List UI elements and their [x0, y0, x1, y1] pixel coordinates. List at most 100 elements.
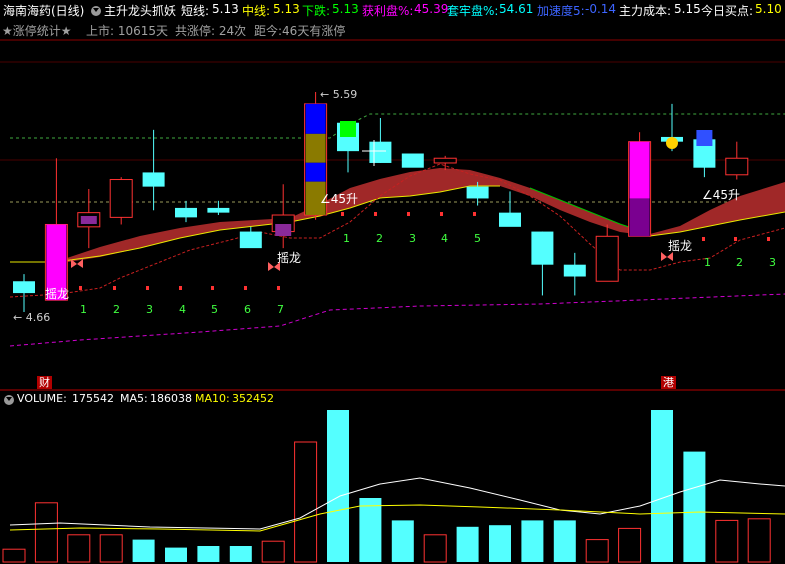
candle-body-down [142, 172, 165, 187]
mid-label: 中线: [242, 4, 271, 18]
volume-bar-up [99, 534, 123, 563]
signal-bar-segment [305, 162, 326, 182]
volume-bar-up [34, 502, 58, 563]
volume-bar-down [359, 498, 382, 562]
dropdown-icon[interactable] [91, 5, 101, 19]
candle-body-up [109, 179, 133, 218]
signal-dot [113, 286, 116, 290]
kline-chart[interactable]: ← 5.59← 4.66∠45升 ∠45升摇龙摇龙摇龙1 2 3 4 5 6 71 2 3 4 51 2… [0, 0, 785, 564]
stock-title[interactable]: 海南海药(日线) [3, 2, 84, 19]
indicator-header: 海南海药(日线) 主升龙头抓妖 短线: 5.13 中线: 5.13 下跌: 5.… [0, 0, 785, 20]
candle-body-down [239, 231, 262, 249]
volume-bar-down [391, 520, 414, 562]
volume-bar-down [327, 410, 349, 562]
signal-dot [277, 286, 280, 290]
lower-band-line [9, 293, 785, 347]
total-limit-count: 共涨停: 24次 [175, 24, 247, 38]
volume-bar-up [747, 518, 771, 563]
signal-count-number: 2 [113, 303, 120, 316]
hk-badge[interactable]: 港 [661, 376, 676, 389]
ma10-label: MA10: [195, 392, 230, 405]
volume-bar-up [2, 548, 26, 563]
short-label: 短线: [181, 4, 210, 18]
yellow-signal-dot [666, 137, 678, 149]
volume-bar-down [553, 520, 576, 562]
rise45-label-2: ∠45升 [702, 188, 740, 202]
volume-bar-down [683, 451, 706, 562]
days-since-limit: 距今:46天有涨停 [254, 24, 346, 38]
yaolong-label: 摇龙 [668, 239, 692, 253]
indicator-name[interactable]: 主升龙头抓妖 [104, 2, 176, 19]
candle-body-down [401, 153, 424, 168]
trap-label: 套牢盘%: [447, 4, 499, 18]
mid-value: 5.13 [273, 2, 300, 16]
signal-dot [341, 212, 344, 216]
volume-bar-up [261, 540, 285, 563]
signal-dot [374, 212, 377, 216]
signal-bar-segment [629, 141, 650, 199]
volume-bar-down [132, 539, 155, 562]
listed-days: 上市: 10615天 [86, 24, 169, 38]
profit-label: 获利盘%: [362, 4, 414, 18]
candle-body-down [563, 264, 586, 277]
signal-bar-segment [629, 198, 650, 237]
signal-dot [146, 286, 149, 290]
rise45-label: ∠45升 [320, 192, 358, 206]
volume-bar-down [489, 525, 511, 562]
volume-bar-down [197, 546, 220, 562]
volume-bar-up [294, 441, 318, 563]
candle-body-down [499, 212, 521, 227]
signal-dot [473, 212, 476, 216]
signal-count-number: 3 [146, 303, 153, 316]
yaolong-label: 摇龙 [277, 251, 301, 265]
signal-count-number: 2 [736, 256, 743, 269]
signal-dot [407, 212, 410, 216]
volume-dropdown-icon[interactable] [4, 395, 14, 408]
trap-value: 54.61 [499, 2, 534, 16]
limit-stats-title: ★涨停统计★ [2, 24, 72, 38]
signal-dot [211, 286, 214, 290]
ma5-label: MA5: [120, 392, 148, 405]
signal-count-number: 4 [441, 232, 448, 245]
signal-count-number: 4 [179, 303, 186, 316]
ma10-value: 352452 [232, 392, 274, 405]
volume-header: VOLUME: 175542 MA5: 186038 MA10: 352452 [0, 391, 785, 409]
signal-dot [440, 212, 443, 216]
ma5-value: 186038 [150, 392, 192, 405]
signal-count-number: 3 [769, 256, 776, 269]
signal-dot [767, 237, 770, 241]
candle-body-up [433, 157, 457, 164]
blue-signal-block [696, 130, 713, 146]
volume-bar-down [521, 520, 544, 562]
signal-count-number: 1 [704, 256, 711, 269]
resistance-line [10, 113, 785, 139]
cost-label: 主力成本: [619, 4, 672, 18]
down-value: 5.13 [332, 2, 359, 16]
candle-body-down [13, 281, 35, 294]
volume-bar-up [585, 539, 609, 563]
purple-signal-block [80, 216, 97, 224]
candle-body-down [369, 141, 392, 163]
profit-value: 45.39 [414, 2, 449, 16]
buy-value: 5.10 [755, 2, 782, 16]
candle-body-up [725, 157, 749, 176]
finance-badge[interactable]: 财 [37, 376, 52, 389]
accel-value: -0.14 [585, 2, 617, 16]
volume-bar-up [67, 534, 91, 563]
candle-body-up [595, 235, 619, 282]
volume-bar-down [456, 526, 479, 562]
volume-bar-down [651, 410, 673, 562]
signal-count-number: 2 [376, 232, 383, 245]
candle-body-down [175, 207, 197, 218]
signal-count-number: 1 [343, 232, 350, 245]
volume-label: VOLUME: [17, 392, 67, 405]
high-price-label: ← 5.59 [320, 88, 357, 101]
volume-value: 175542 [72, 392, 114, 405]
purple-signal-block [275, 224, 292, 236]
cost-value: 5.15 [674, 2, 701, 16]
volume-bar-down [229, 546, 252, 562]
down-label: 下跌: [302, 4, 331, 18]
low-price-label: ← 4.66 [13, 311, 50, 324]
accel-label: 加速度5: [537, 4, 585, 18]
signal-dot [244, 286, 247, 290]
